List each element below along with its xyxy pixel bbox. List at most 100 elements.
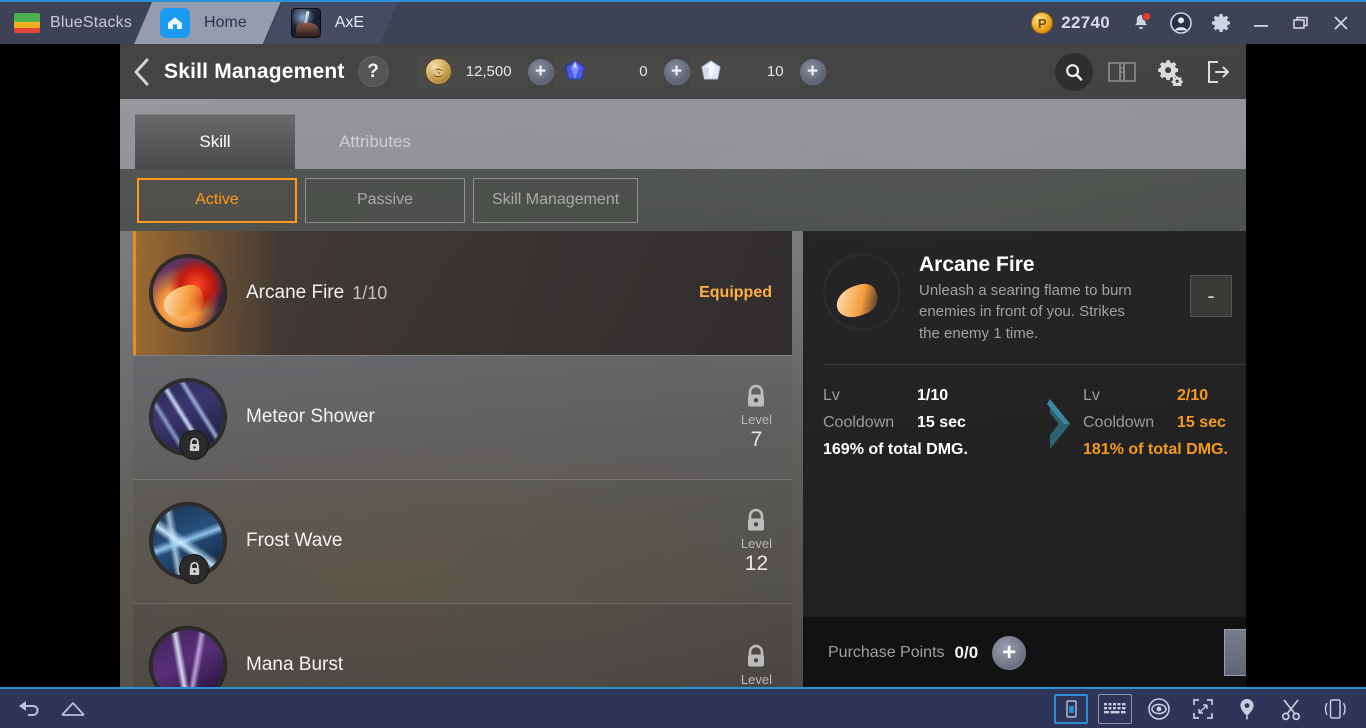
reset-button[interactable]: Reset [1224,629,1246,676]
game-settings-gear-icon[interactable] [1148,50,1192,94]
bluestacks-titlebar: BlueStacks Home AxE P 22740 [0,0,1366,44]
location-pin-icon[interactable] [1230,694,1264,724]
skill-icon-frost-wave [150,503,226,584]
currency-white-gem: 10 + [689,55,826,88]
chevron-right-icon [1039,387,1083,453]
titlebar-spacer [398,2,1026,44]
emulator-stage: Skill Management ? 12,500 + [0,44,1366,688]
tab-attributes-label: Attributes [339,131,411,151]
next-cooldown-value: 15 sec [1177,413,1226,431]
help-icon[interactable]: ? [357,56,389,87]
lock-icon [748,644,765,667]
currency-blue-gem-add-button[interactable]: + [663,58,690,85]
fullscreen-icon[interactable] [1186,694,1220,724]
keyboard-icon[interactable] [1098,693,1132,724]
emulator-tab-home-label: Home [204,14,247,31]
filter-active[interactable]: Active [137,177,297,223]
close-icon[interactable] [1322,4,1360,42]
skill-lock-requirement: Level [741,643,772,687]
skill-status: Equipped [699,284,772,302]
filter-passive-label: Passive [356,191,414,208]
chevron-left-icon[interactable] [120,44,164,99]
lock-badge-icon [179,430,209,460]
purchase-points-value: 0/0 [954,642,979,662]
emulator-tab-axe[interactable]: AxE [265,2,398,44]
lock-icon [748,508,765,530]
bluestacks-points[interactable]: P 22740 [1025,12,1120,34]
lock-icon [748,384,765,406]
comparison-next: Lv 2/10 Cooldown 15 sec 181% of total DM… [1083,387,1246,459]
notifications-bell-icon[interactable] [1122,4,1160,42]
skill-detail-footer: Purchase Points 0/0 + Reset [803,616,1246,688]
currency-gold: 12,500 + [416,55,554,88]
skill-level: 1/10 [352,282,388,303]
shake-device-icon[interactable] [1318,694,1352,724]
tab-attributes[interactable]: Attributes [295,114,455,169]
eye-macro-icon[interactable] [1142,694,1176,724]
filter-skill-management-label: Skill Management [492,191,620,208]
filter-skill-management[interactable]: Skill Management [473,177,639,223]
skill-level-comparison: Lv 1/10 Cooldown 15 sec 169% of total DM… [803,365,1246,459]
skill-name: Mana Burst [246,654,344,675]
currency-gold-add-button[interactable]: + [527,58,554,85]
minimize-icon[interactable] [1242,4,1280,42]
app-window: BlueStacks Home AxE P 22740 Skill Manage… [0,0,1366,728]
white-gem-icon [698,59,724,85]
currency-white-gem-add-button[interactable]: + [799,58,826,85]
skill-name: Frost Wave [246,530,343,551]
current-damage-note: 169% of total DMG. [823,440,968,458]
game-app-icon [291,8,321,38]
detail-skill-description: Unleash a searing flame to burn enemies … [919,282,1132,342]
titlebar-controls: P 22740 [1025,2,1366,44]
skill-level-decrease-button[interactable]: - [1190,275,1232,317]
detail-skill-icon [823,253,901,331]
status-badge: Equipped [699,284,772,301]
main-tabs: Skill Attributes [120,99,1246,169]
currency-gold-value: 12,500 [465,63,512,80]
current-lv-value: 1/10 [917,386,949,404]
bluestacks-brand-label: BlueStacks [50,14,133,31]
bluestacks-brand: BlueStacks [0,2,151,44]
skill-lock-requirement: Level 12 [741,507,772,576]
navbar-left [0,694,90,724]
game-header: Skill Management ? 12,500 + [120,44,1246,99]
skill-list-item-mana-burst[interactable]: Mana Burst Level [133,603,792,688]
rotate-screen-icon[interactable] [1054,693,1088,724]
skill-icon-meteor-shower [150,379,226,460]
home-icon[interactable] [56,694,90,724]
next-cooldown-label: Cooldown [1083,413,1155,431]
codex-book-icon[interactable] [1100,50,1144,94]
account-avatar-icon[interactable] [1162,4,1200,42]
bluestacks-points-coin-icon: P [1031,12,1054,34]
skill-list-item-arcane-fire[interactable]: Arcane Fire 1/10 Equipped [133,231,792,355]
skill-detail-header: Arcane Fire Unleash a searing flame to b… [803,231,1246,344]
skill-list[interactable]: Arcane Fire 1/10 Equipped Meteor Shower [133,231,792,688]
currency-blue-gem: 0 + [553,55,690,88]
skill-list-item-frost-wave[interactable]: Frost Wave Level 12 [133,479,792,603]
skill-list-item-meteor-shower[interactable]: Meteor Shower Level 7 [133,355,792,479]
next-damage-note: 181% of total DMG. [1083,440,1228,458]
next-lv-label: Lv [1083,386,1100,404]
purchase-points-add-button[interactable]: + [992,635,1027,670]
tab-skill-label: Skill [199,131,231,151]
skill-filter-row: Active Passive Skill Management [120,169,1246,231]
exit-icon[interactable] [1196,50,1240,94]
current-cooldown-value: 15 sec [917,413,966,431]
skill-level-stepper: - 1/10 + [1190,275,1246,317]
skill-icon-mana-burst [150,627,226,688]
tab-skill[interactable]: Skill [135,114,295,169]
emulator-tab-home[interactable]: Home [134,2,281,44]
game-header-tools [1052,50,1246,94]
back-icon[interactable] [12,694,46,724]
search-button[interactable] [1052,50,1096,94]
settings-gear-icon[interactable] [1202,4,1240,42]
lock-level-value: 7 [750,427,763,451]
current-cooldown-label: Cooldown [823,413,895,431]
scissors-icon[interactable] [1274,694,1308,724]
currency-blue-gem-value: 0 [639,63,648,80]
page-title: Skill Management [164,59,345,83]
home-icon [160,8,190,38]
filter-passive[interactable]: Passive [305,177,465,223]
lock-level-label: Level [740,411,772,427]
restore-icon[interactable] [1282,4,1320,42]
